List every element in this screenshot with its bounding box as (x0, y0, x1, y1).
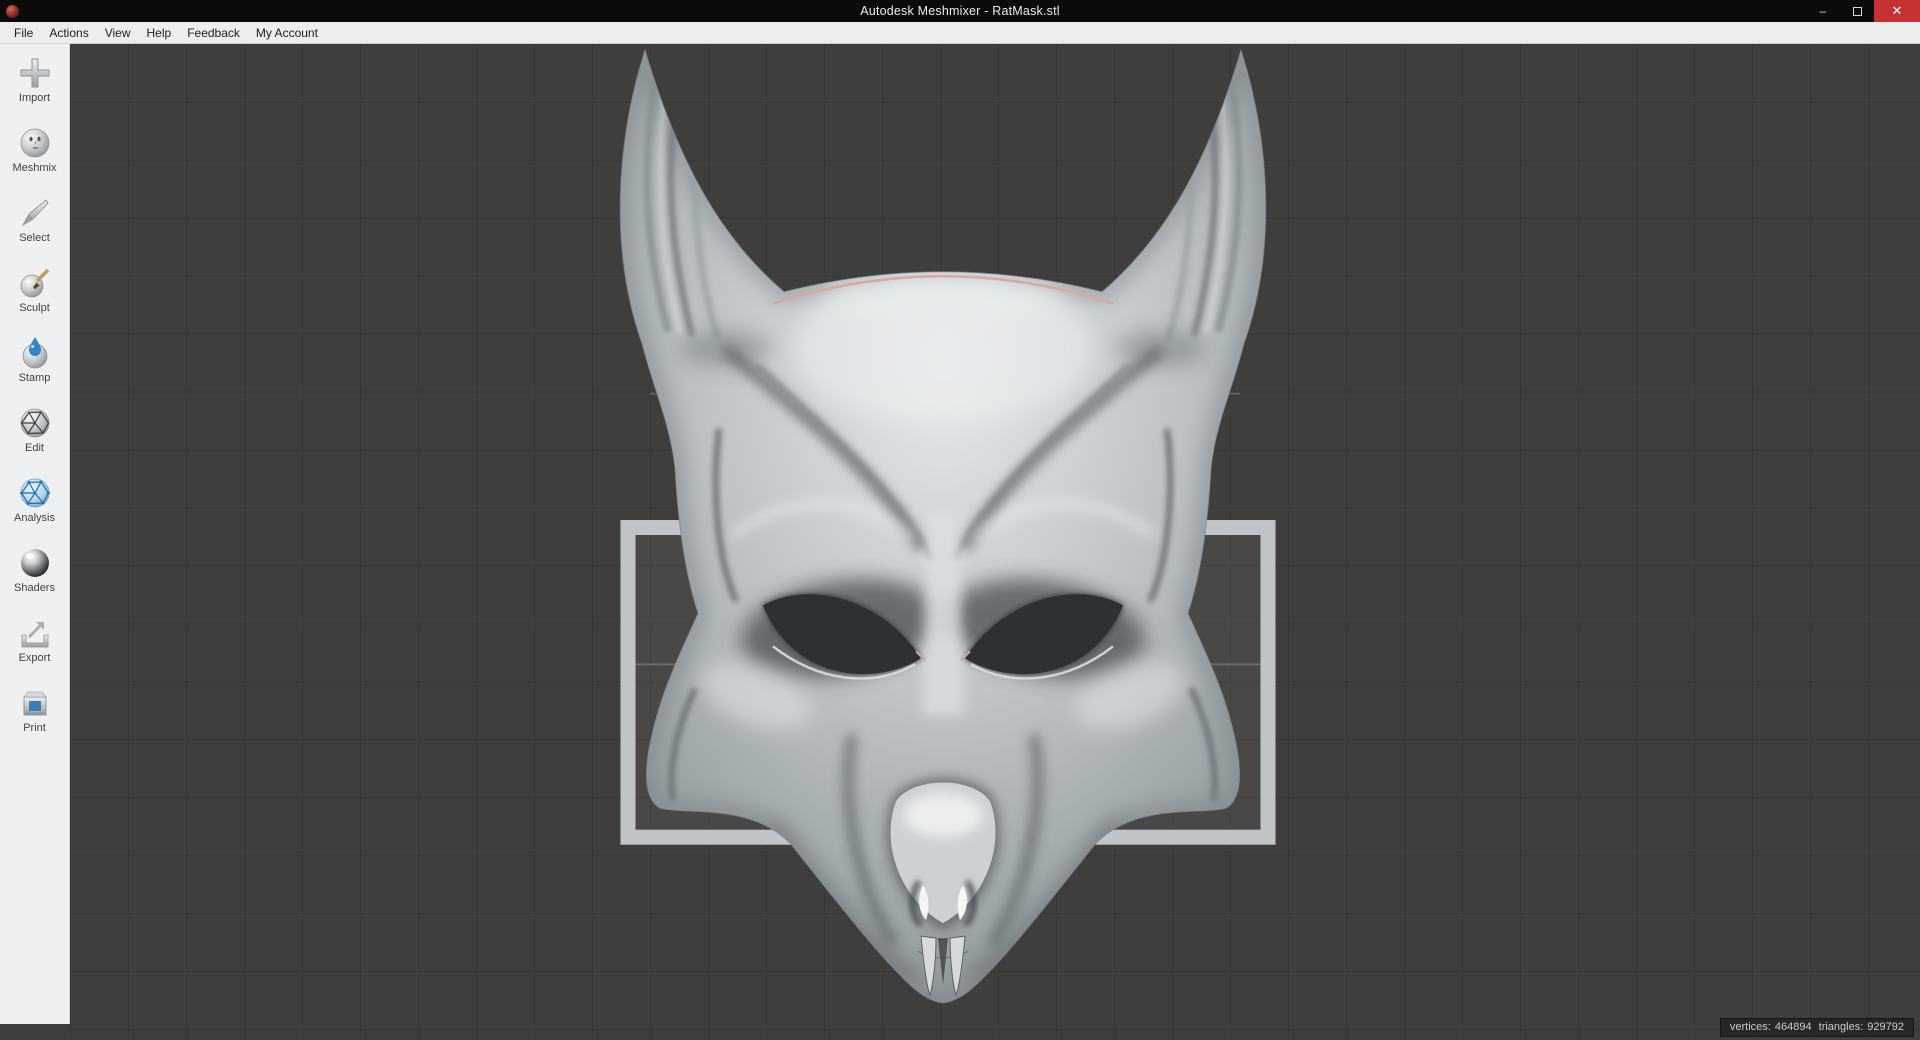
toolbar-shaders-button[interactable]: Shaders (0, 544, 70, 602)
left-column: Import Meshmix Select Sculpt Stamp Edit … (0, 44, 70, 1039)
main-area: Import Meshmix Select Sculpt Stamp Edit … (0, 44, 1920, 1039)
toolbar-label: Export (18, 652, 51, 664)
toolbar-footer-strip (0, 1024, 70, 1039)
toolbar: Import Meshmix Select Sculpt Stamp Edit … (0, 44, 70, 1024)
analysis-blue-wireframe-sphere-icon (19, 478, 50, 508)
menu-help[interactable]: Help (139, 24, 180, 42)
toolbar-label: Select (19, 232, 50, 244)
toolbar-label: Print (23, 722, 46, 734)
print-printer-icon (22, 691, 47, 716)
viewport-canvas[interactable]: vertices: 464894 triangles: 929792 (70, 44, 1920, 1039)
close-button[interactable]: ✕ (1874, 0, 1920, 22)
import-plus-icon (20, 58, 49, 88)
stamp-sphere-drop-icon (22, 337, 47, 369)
toolbar-label: Import (18, 92, 51, 104)
export-arrow-icon (21, 622, 48, 648)
toolbar-label: Sculpt (19, 302, 50, 314)
vertices-label: vertices: (1729, 1021, 1771, 1033)
toolbar-meshmix-button[interactable]: Meshmix (0, 124, 70, 182)
toolbar-export-button[interactable]: Export (0, 614, 70, 672)
menu-file[interactable]: File (6, 24, 41, 42)
triangles-value: 929792 (1867, 1021, 1904, 1033)
toolbar-import-button[interactable]: Import (0, 54, 70, 112)
menubar: File Actions View Help Feedback My Accou… (0, 22, 1920, 44)
menu-view[interactable]: View (97, 24, 139, 42)
titlebar: Autodesk Meshmixer - RatMask.stl – ✕ (0, 0, 1920, 22)
window-title: Autodesk Meshmixer - RatMask.stl (860, 4, 1060, 18)
toolbar-label: Edit (25, 442, 44, 454)
sculpt-sphere-pencil-icon (20, 268, 49, 298)
toolbar-analysis-button[interactable]: Analysis (0, 474, 70, 532)
toolbar-label: Stamp (18, 372, 51, 384)
menu-my-account[interactable]: My Account (248, 24, 326, 42)
status-bar: vertices: 464894 triangles: 929792 (1719, 1018, 1914, 1037)
toolbar-select-button[interactable]: Select (0, 194, 70, 252)
toolbar-label: Meshmix (12, 162, 57, 174)
maximize-icon (1852, 6, 1862, 16)
edit-wireframe-sphere-icon (20, 408, 49, 438)
toolbar-print-button[interactable]: Print (0, 684, 70, 742)
maximize-button[interactable] (1840, 0, 1874, 22)
meshmix-face-sphere-icon (20, 128, 49, 158)
minimize-button[interactable]: – (1806, 0, 1840, 22)
vertices-value: 464894 (1774, 1021, 1812, 1033)
toolbar-sculpt-button[interactable]: Sculpt (0, 264, 70, 322)
triangles-label: triangles: (1818, 1021, 1864, 1033)
select-brush-icon (21, 199, 49, 227)
toolbar-label: Shaders (14, 582, 55, 594)
3d-scene (70, 44, 1920, 1039)
window-controls: – ✕ (1806, 0, 1920, 22)
shaders-glossy-sphere-icon (20, 549, 49, 577)
menu-actions[interactable]: Actions (41, 24, 96, 42)
toolbar-stamp-button[interactable]: Stamp (0, 334, 70, 392)
meshmixer-logo-icon (6, 4, 19, 18)
toolbar-label: Analysis (14, 512, 55, 524)
menu-feedback[interactable]: Feedback (179, 24, 248, 42)
toolbar-edit-button[interactable]: Edit (0, 404, 70, 462)
